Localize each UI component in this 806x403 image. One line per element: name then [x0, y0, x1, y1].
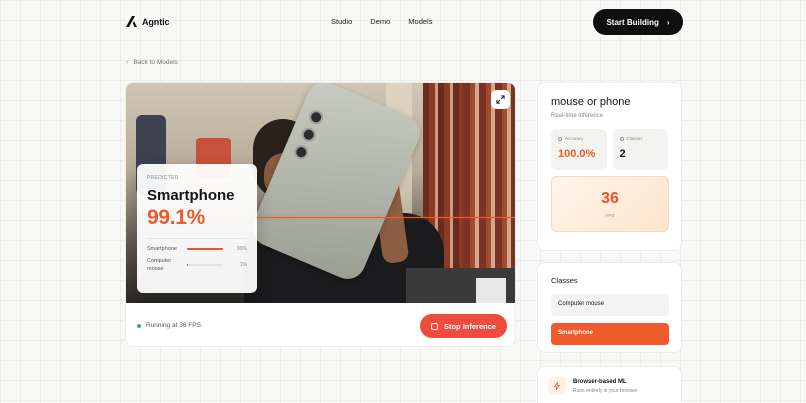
confidence-class-name: Computer mouse [147, 258, 172, 272]
back-label: Back to Models [133, 59, 178, 66]
browser-ml-subtitle: Runs entirely in your browser [573, 388, 638, 394]
phone-camera-lens [292, 143, 311, 162]
back-to-models-link[interactable]: ‹ Back to Models [126, 59, 178, 66]
nav-item-studio[interactable]: Studio [331, 17, 352, 26]
predicted-label: PREDICTED [147, 175, 179, 181]
accuracy-stat: Accuracy 100.0% [551, 129, 607, 170]
desk-item [476, 278, 506, 303]
prediction-overlay: PREDICTED Smartphone 99.1% Smartphone 99… [137, 164, 257, 293]
confidence-row: Computer mouse 1% [147, 257, 247, 273]
layers-icon [619, 136, 624, 141]
stop-inference-button[interactable]: Stop Inference [420, 314, 507, 338]
brand-name: Agntic [142, 16, 170, 27]
class-item-smartphone[interactable]: Smartphone [551, 323, 669, 345]
browser-ml-title: Browser-based ML [573, 379, 627, 385]
model-title: mouse or phone [551, 96, 631, 108]
logo[interactable]: Agntic [125, 15, 170, 28]
chevron-right-icon: › [666, 17, 670, 27]
fps-value: 36 [601, 190, 619, 207]
confidence-value: 1% [239, 262, 247, 268]
classes-stat: Classes 2 [612, 129, 668, 170]
browser-ml-text: Browser-based ML Runs entirely in your b… [573, 377, 638, 394]
divider [147, 238, 247, 239]
fps-label: FPS [605, 213, 615, 218]
start-building-label: Start Building [606, 17, 659, 27]
classes-value: 2 [619, 148, 626, 160]
status-text: Running at 36 FPS [146, 322, 201, 329]
expand-icon [496, 95, 505, 104]
chevron-left-icon: ‹ [126, 59, 129, 66]
confidence-bar-fill [187, 248, 223, 250]
stop-icon [430, 322, 438, 330]
lightning-icon-glyph [554, 382, 560, 390]
status-indicator: Running at 36 FPS [137, 322, 201, 329]
accuracy-stat-label-row: Accuracy [558, 136, 600, 141]
logo-mark-icon [126, 16, 137, 27]
confidence-class-name: Smartphone [147, 246, 177, 252]
accuracy-label: Accuracy [565, 136, 584, 141]
top-nav: Studio Demo Models [331, 17, 432, 26]
model-subtitle: Real-time inference [551, 113, 604, 119]
stop-inference-label: Stop Inference [443, 321, 497, 331]
stat-row: Accuracy 100.0% Classes 2 [551, 129, 668, 170]
browser-ml-card: Browser-based ML Runs entirely in your b… [537, 366, 682, 403]
class-item-computer-mouse[interactable]: Computer mouse [551, 294, 669, 316]
fps-stat: 36 FPS [551, 176, 669, 232]
nav-item-demo[interactable]: Demo [370, 17, 390, 26]
confidence-row: Smartphone 99% [147, 245, 247, 253]
classes-stat-label-row: Classes [619, 136, 662, 141]
confidence-value: 99% [236, 246, 247, 252]
classes-card: Classes Computer mouse Smartphone [537, 262, 682, 353]
predicted-confidence: 99.1% [147, 206, 206, 229]
phone-camera-lens [306, 108, 326, 127]
target-icon [558, 136, 562, 141]
phone-camera-lens [299, 125, 318, 144]
start-building-button[interactable]: Start Building › [593, 9, 683, 35]
classes-title: Classes [551, 276, 578, 285]
fullscreen-button[interactable] [491, 90, 510, 109]
confidence-bar-track [187, 264, 223, 266]
lightning-icon [548, 377, 566, 395]
confidence-bar-track [187, 248, 223, 250]
camera-feed: PREDICTED Smartphone 99.1% Smartphone 99… [126, 83, 515, 303]
model-info-card: mouse or phone Real-time inference Accur… [537, 82, 682, 251]
nav-item-models[interactable]: Models [408, 17, 432, 26]
inference-card: PREDICTED Smartphone 99.1% Smartphone 99… [125, 82, 516, 347]
classes-label: Classes [626, 136, 643, 141]
accuracy-value: 100.0% [558, 148, 596, 160]
status-dot-icon [137, 323, 141, 328]
predicted-class: Smartphone [147, 187, 235, 204]
